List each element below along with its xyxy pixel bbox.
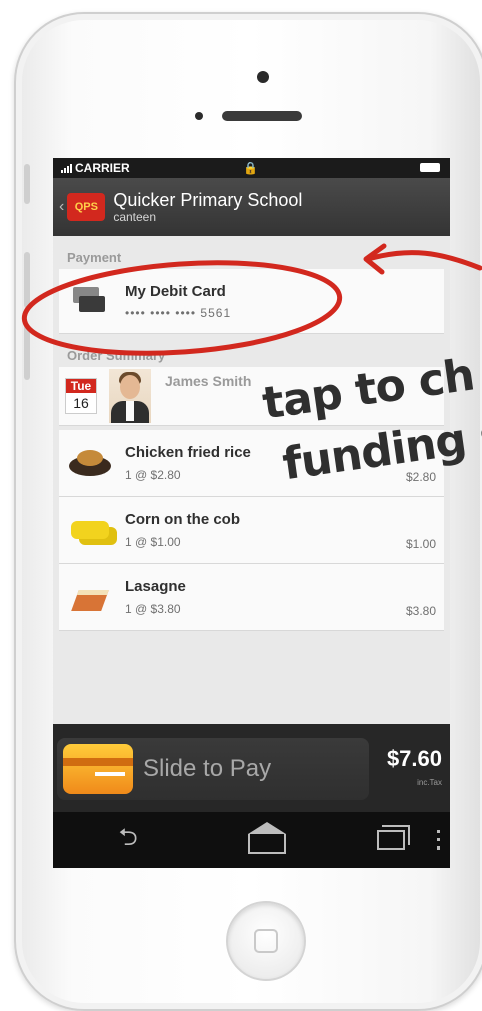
front-sensor (257, 71, 269, 83)
list-item[interactable]: Corn on the cob 1 @ $1.00 $1.00 (59, 497, 444, 564)
page-title: Quicker Primary School (113, 190, 303, 210)
carrier-label: CARRIER (75, 161, 130, 175)
volume-down-button (24, 324, 30, 380)
tax-note: inc.Tax (417, 778, 442, 787)
overflow-menu-icon[interactable] (437, 830, 440, 850)
slide-to-pay-label: Slide to Pay (143, 755, 272, 782)
earpiece-speaker (222, 111, 302, 121)
page-subtitle: canteen (113, 210, 157, 224)
android-nav-bar: ⮌ (53, 812, 450, 868)
signal-icon (61, 163, 72, 173)
item-quantity: 1 @ $1.00 (125, 535, 181, 549)
card-name: My Debit Card (125, 282, 226, 300)
lasagne-icon (67, 580, 115, 614)
item-name: Lasagne (125, 578, 186, 595)
phone-screen: CARRIER 🔒 ‹ QPS Quicker Primary School c… (53, 158, 450, 868)
recent-apps-icon[interactable] (376, 830, 405, 850)
status-bar: CARRIER 🔒 (53, 158, 450, 178)
home-square-icon (254, 929, 278, 953)
person-name: James Smith (165, 373, 252, 389)
pay-bar: Slide to Pay $7.60 inc.Tax (53, 724, 450, 812)
avatar (109, 369, 151, 423)
item-name: Corn on the cob (125, 511, 240, 528)
rice-icon (67, 446, 115, 480)
card-slide-handle-icon[interactable] (63, 744, 133, 794)
calendar-icon: Tue 16 (65, 378, 97, 414)
order-total: $7.60 (386, 746, 442, 771)
corn-icon (67, 513, 115, 547)
payment-section-label: Payment (67, 250, 122, 265)
back-arrow-icon[interactable]: ⮌ (98, 820, 158, 861)
item-quantity: 1 @ $3.80 (125, 602, 181, 616)
back-chevron-icon[interactable]: ‹ (59, 198, 64, 216)
calendar-day-number: 16 (73, 395, 89, 411)
battery-icon (420, 163, 440, 172)
credit-card-icon (73, 287, 107, 315)
item-price: $3.80 (405, 604, 436, 618)
school-logo: QPS (67, 193, 106, 221)
home-button[interactable] (226, 901, 306, 981)
list-item[interactable]: Lasagne 1 @ $3.80 $3.80 (59, 564, 444, 631)
slide-to-pay-slider[interactable]: Slide to Pay (57, 738, 369, 800)
home-icon[interactable] (248, 822, 287, 854)
app-bar: ‹ QPS Quicker Primary School canteen (53, 178, 450, 236)
mute-switch (24, 164, 30, 204)
card-number: •••• •••• •••• 5561 (125, 305, 232, 320)
payment-card[interactable]: My Debit Card •••• •••• •••• 5561 (59, 269, 444, 334)
app-titles: Quicker Primary School canteen (113, 190, 302, 224)
item-price: $1.00 (405, 537, 436, 551)
lock-icon: 🔒 (243, 161, 258, 175)
volume-up-button (24, 252, 30, 308)
front-camera (195, 112, 203, 120)
calendar-day-of-week: Tue (66, 379, 96, 393)
